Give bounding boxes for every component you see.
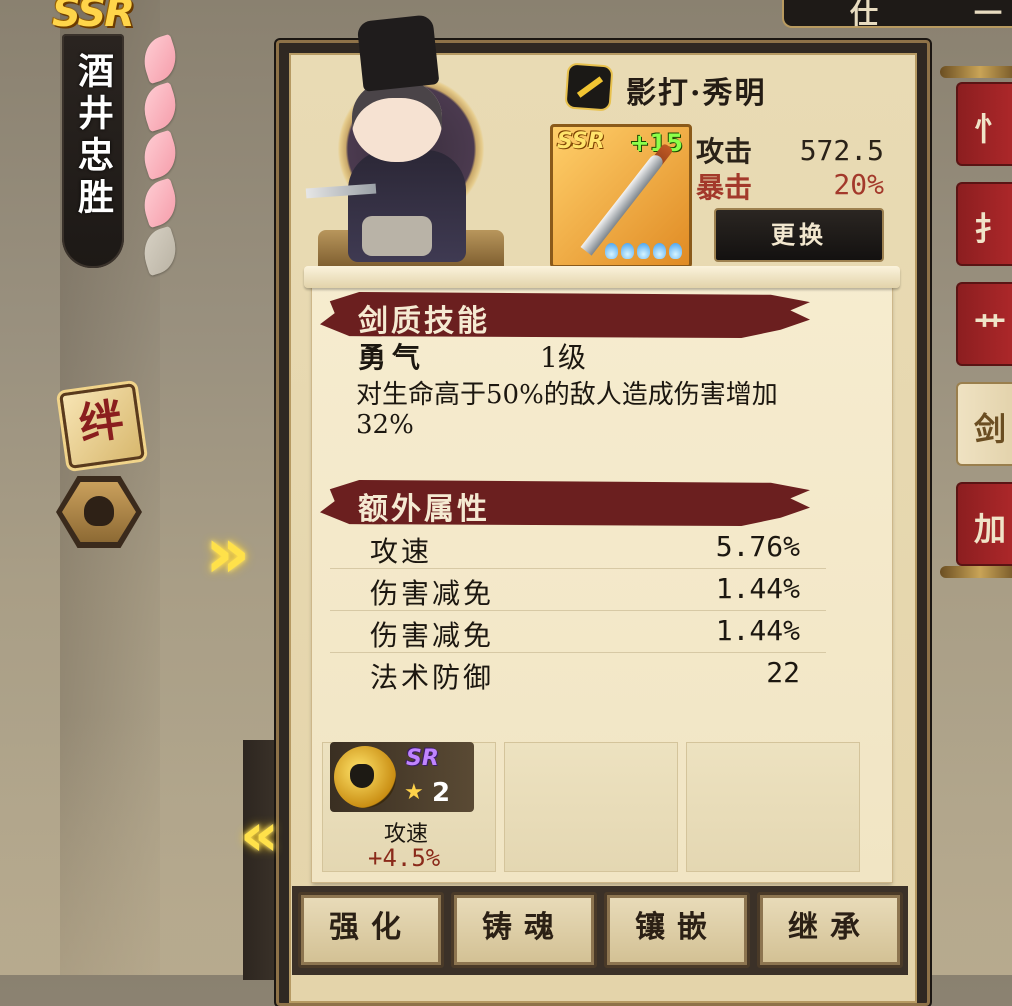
attribute-row: 伤害减免 1.44% [330,610,826,653]
star-icon: ★ [404,780,424,805]
knife-icon [580,152,666,256]
character-name-banner: 酒井忠胜 [62,34,124,268]
character-pants [362,216,432,256]
weapon-name: 影打·秀明 [626,76,767,111]
lock-icon [84,496,114,526]
prev-arrow-icon[interactable]: « [240,800,279,870]
enhance-button[interactable]: 强化 [298,892,444,968]
flame-icon [653,243,666,259]
skill-section-title: 剑质技能 [358,304,490,339]
next-arrow-icon[interactable]: » [205,512,250,594]
petal-icon [137,33,183,85]
weapon-type-icon [566,64,612,110]
right-tab-3[interactable]: 艹 [956,282,1012,366]
attack-label: 攻击 [696,135,753,168]
flame-icon [669,243,682,259]
character-name: 酒井忠胜 [72,52,114,220]
gem-star-count: 2 [432,778,451,808]
right-tab-5[interactable]: 加 [956,482,1012,566]
right-tab-2[interactable]: 扌 [956,182,1012,266]
attribute-row: 攻速 5.76% [330,526,826,569]
petal-icon [137,129,183,181]
top-tab-bar: 仕 一 [782,0,1012,30]
extra-section-title: 额外属性 [358,492,490,527]
attribute-name: 攻速 [370,535,433,568]
change-weapon-button[interactable]: 更换 [714,208,884,262]
crit-value: 20% [833,168,884,201]
attribute-name: 法术防御 [370,661,495,694]
top-tab-2[interactable]: 一 [974,0,1002,32]
attribute-name: 伤害减免 [370,577,495,610]
gem-stat-value: +4.5% [368,844,441,872]
skill-level: 1级 [540,341,586,374]
right-tab-4-active[interactable]: 剑 [956,382,1012,466]
gem-rarity: SR [406,746,439,771]
character-face [352,80,442,162]
inlay-button[interactable]: 镶嵌 [604,892,750,968]
right-tab-5-label: 加 [974,510,1007,548]
attribute-name: 伤害减免 [370,619,495,652]
soul-flames [605,243,682,259]
skill-name: 勇气 [358,341,427,374]
attribute-value: 5.76% [715,530,800,563]
petal-icon [137,81,183,133]
flame-icon [637,243,650,259]
gem-orb-icon [334,746,396,808]
skill-description: 对生命高于50%的敌人造成伤害增加32% [356,380,778,440]
attribute-row: 法术防御 22 [330,652,826,694]
right-tab-4-label: 剑 [974,410,1007,448]
right-tab-3-label: 艹 [974,310,1007,348]
scroll-roll [304,266,900,288]
petal-empty-icon [137,225,183,277]
weapon-rarity: SSR [557,129,605,154]
weapon-card[interactable]: SSR +15 [550,124,692,268]
character-rarity-badge: SSR [52,0,135,36]
forge-soul-button[interactable]: 铸魂 [451,892,597,968]
right-tab-1-label: 忄 [974,110,1007,148]
attribute-value: 22 [766,656,800,689]
bond-button[interactable]: 绊 [59,383,145,469]
attack-value: 572.5 [799,134,884,167]
character-hat [356,14,440,92]
flame-icon [621,243,634,259]
inherit-button[interactable]: 继承 [757,892,903,968]
right-tab-1[interactable]: 忄 [956,82,1012,166]
attribute-value: 1.44% [715,572,800,605]
right-tab-2-label: 扌 [974,210,1007,248]
gem-slot-2[interactable] [504,742,678,872]
attribute-value: 1.44% [715,614,800,647]
right-rail-top [940,66,1012,78]
right-rail-bottom [940,566,1012,578]
petal-icon [137,177,183,229]
flame-icon [605,243,618,259]
star-petals [137,33,183,278]
gem-slot-3[interactable] [686,742,860,872]
top-tab-1[interactable]: 仕 [850,0,878,32]
attribute-row: 伤害减免 1.44% [330,568,826,611]
crit-label: 暴击 [696,171,753,204]
